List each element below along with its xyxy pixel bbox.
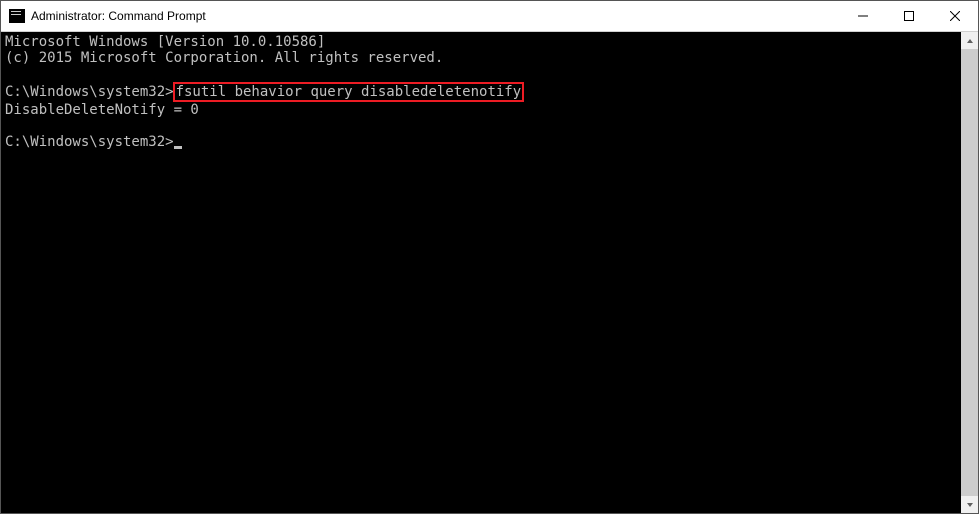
- prompt-path: C:\Windows\system32>: [5, 84, 174, 100]
- copyright-line: (c) 2015 Microsoft Corporation. All righ…: [5, 50, 443, 66]
- window-title: Administrator: Command Prompt: [31, 9, 840, 23]
- scroll-up-button[interactable]: [961, 32, 978, 49]
- vertical-scrollbar[interactable]: [961, 32, 978, 513]
- titlebar[interactable]: Administrator: Command Prompt: [1, 1, 978, 32]
- maximize-button[interactable]: [886, 1, 932, 31]
- command-highlight: fsutil behavior query disabledeletenotif…: [173, 82, 525, 102]
- command-prompt-window: Administrator: Command Prompt Microsoft …: [0, 0, 979, 514]
- prompt-path: C:\Windows\system32>: [5, 134, 174, 150]
- terminal[interactable]: Microsoft Windows [Version 10.0.10586] (…: [1, 32, 961, 513]
- version-line: Microsoft Windows [Version 10.0.10586]: [5, 34, 325, 50]
- cursor: [174, 146, 182, 149]
- close-button[interactable]: [932, 1, 978, 31]
- scroll-track[interactable]: [961, 49, 978, 496]
- command-output: DisableDeleteNotify = 0: [5, 102, 199, 118]
- minimize-button[interactable]: [840, 1, 886, 31]
- window-controls: [840, 1, 978, 31]
- scroll-thumb[interactable]: [961, 49, 978, 496]
- terminal-wrap: Microsoft Windows [Version 10.0.10586] (…: [1, 32, 978, 513]
- scroll-down-button[interactable]: [961, 496, 978, 513]
- command-text: fsutil behavior query disabledeletenotif…: [176, 84, 522, 100]
- cmd-icon: [9, 9, 25, 23]
